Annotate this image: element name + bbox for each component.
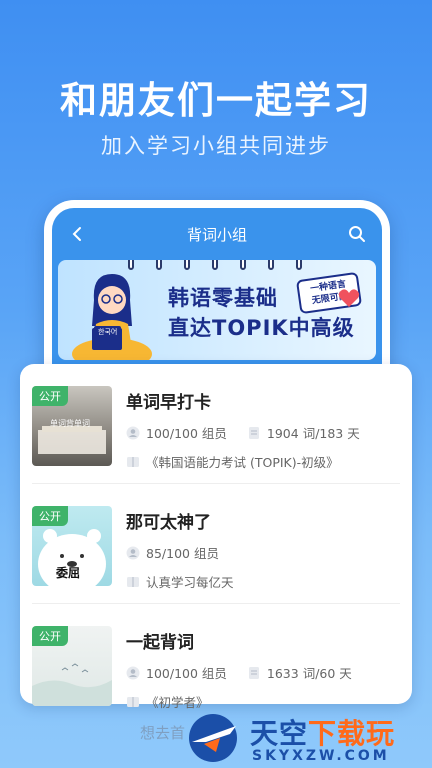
group-title: 那可太神了	[126, 513, 211, 533]
member-icon	[126, 666, 140, 679]
banner-headline-1: 韩语零基础	[168, 286, 278, 310]
calendar-rings	[128, 260, 302, 270]
book-label: 한국어	[94, 326, 122, 338]
book-name: 认真学习每亿天	[146, 575, 234, 590]
group-title: 一起背词	[126, 633, 194, 653]
book-name: 《韩国语能力考试 (TOPIK)-初级》	[146, 455, 339, 470]
book-icon	[127, 576, 139, 587]
members-stat: 100/100 组员	[126, 423, 227, 442]
document-icon	[248, 666, 259, 679]
public-badge: 公开	[32, 626, 68, 646]
group-title: 单词早打卡	[126, 393, 211, 413]
words-days: 1633 词/60 天	[266, 666, 352, 681]
hero-title: 和朋友们一起学习	[60, 79, 372, 122]
book-icon	[127, 456, 139, 467]
banner-headline-2: 直达TOPIK中高级	[168, 316, 355, 340]
student-illustration	[72, 274, 152, 360]
members-stat: 100/100 组员	[126, 663, 227, 682]
document-icon	[248, 426, 259, 439]
group-list-item[interactable]: 公开 单词背单词 单词早打卡 100/100 组员 1904 词/183 天 《…	[32, 364, 400, 484]
heart-icon	[338, 289, 360, 307]
public-badge: 公开	[32, 386, 68, 406]
group-list-card: 公开 单词背单词 单词早打卡 100/100 组员 1904 词/183 天 《…	[20, 364, 412, 710]
group-thumbnail: 公开	[32, 626, 112, 706]
members-count: 100/100 组员	[146, 426, 227, 441]
members-count: 85/100 组员	[146, 546, 219, 561]
app-header: 背词小组	[52, 208, 382, 260]
group-thumbnail: 公开 单词背单词	[32, 386, 112, 466]
next-group-peek: 想去首	[140, 724, 186, 742]
airplane-logo-icon	[189, 714, 237, 762]
watermark-title-a: 天空	[250, 717, 309, 750]
thumb-caption: 委屈	[56, 566, 81, 580]
watermark-title: 天空下载玩	[250, 712, 395, 752]
words-stat: 1904 词/183 天	[247, 423, 360, 442]
words-stat: 1633 词/60 天	[247, 663, 352, 682]
book-stat: 《韩国语能力考试 (TOPIK)-初级》	[126, 452, 339, 471]
search-icon[interactable]	[346, 223, 368, 245]
words-days: 1904 词/183 天	[266, 426, 360, 441]
book-stat: 认真学习每亿天	[126, 572, 234, 591]
public-badge: 公开	[32, 506, 68, 526]
watermark-title-b: 下载玩	[308, 717, 396, 750]
group-list-item[interactable]: 公开 委屈 那可太神了 85/100 组员 认真学习每亿天	[32, 484, 400, 604]
members-stat: 85/100 组员	[126, 543, 219, 562]
thumb-caption: 单词背单词	[50, 419, 90, 428]
member-icon	[126, 426, 140, 439]
hero-subtitle: 加入学习小组共同进步	[101, 134, 331, 158]
member-icon	[126, 546, 140, 559]
members-count: 100/100 组员	[146, 666, 227, 681]
back-arrow-icon[interactable]	[66, 223, 88, 245]
watermark-url: SKYXZW.COM	[252, 748, 390, 764]
promo-banner[interactable]: 한국어 韩语零基础 直达TOPIK中高级 一种语言 无限可能	[58, 260, 376, 360]
watermark: 天空下载玩 SKYXZW.COM	[186, 706, 432, 768]
app-header-title: 背词小组	[186, 225, 247, 244]
group-thumbnail: 公开 委屈	[32, 506, 112, 586]
book-icon	[127, 696, 139, 707]
